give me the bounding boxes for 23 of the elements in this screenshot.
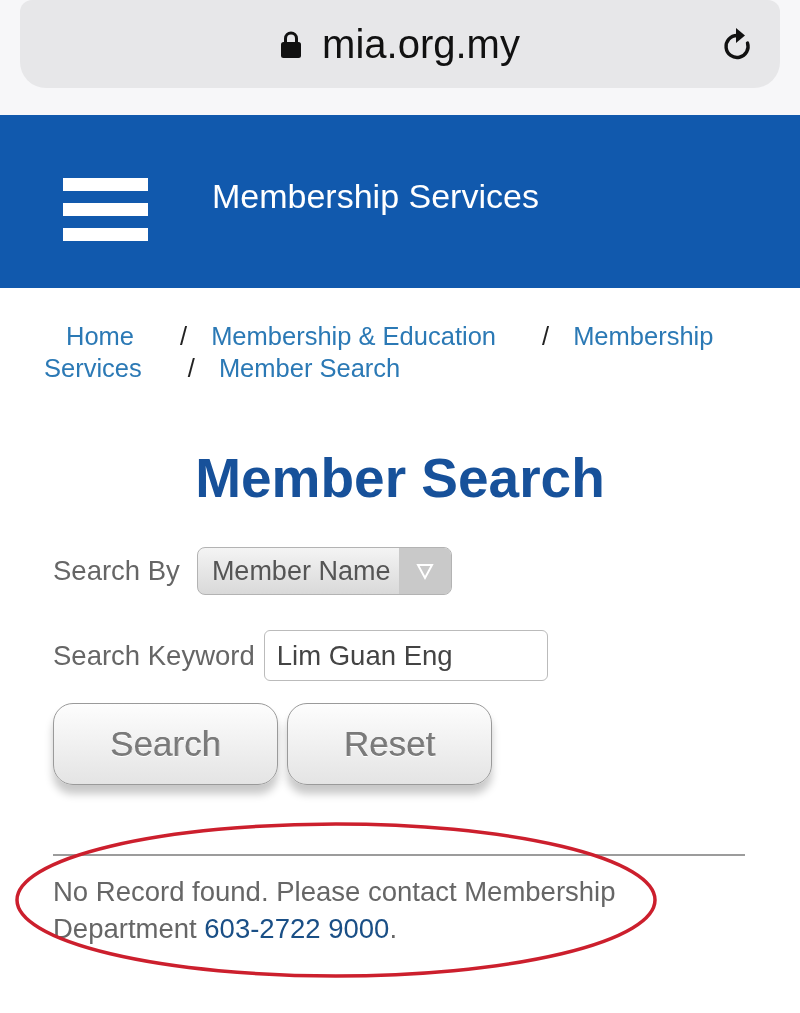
result-message: No Record found. Please contact Membership Department 603-2722 9000. <box>53 875 617 946</box>
search-by-label: Search By <box>53 555 180 587</box>
reset-button[interactable]: Reset <box>287 703 492 785</box>
caret-down-icon <box>398 548 451 594</box>
header-title: Membership Services <box>212 177 539 215</box>
address-bar[interactable]: mia.org.my <box>20 0 780 88</box>
breadcrumb-separator: / <box>542 322 550 350</box>
breadcrumb-link[interactable]: Membership <box>573 322 714 350</box>
menu-icon[interactable] <box>63 178 148 241</box>
breadcrumb-link[interactable]: Membership & Education <box>211 322 497 350</box>
reload-icon[interactable] <box>721 27 753 61</box>
search-button[interactable]: Search <box>53 703 278 785</box>
page-title: Member Search <box>194 446 606 510</box>
search-by-select[interactable]: Member Name <box>196 547 452 595</box>
phone-link[interactable]: 603-2722 9000 <box>204 913 390 944</box>
breadcrumb-link[interactable]: Services <box>44 354 142 382</box>
keyword-label: Search Keyword <box>53 639 255 672</box>
breadcrumb-separator: / <box>187 354 195 382</box>
breadcrumb-link[interactable]: Member Search <box>218 354 401 382</box>
url-text: mia.org.my <box>322 21 520 68</box>
breadcrumb-link[interactable]: Home <box>66 322 135 350</box>
breadcrumb-separator: / <box>180 322 188 350</box>
keyword-field[interactable]: Lim Guan Eng <box>263 630 548 681</box>
